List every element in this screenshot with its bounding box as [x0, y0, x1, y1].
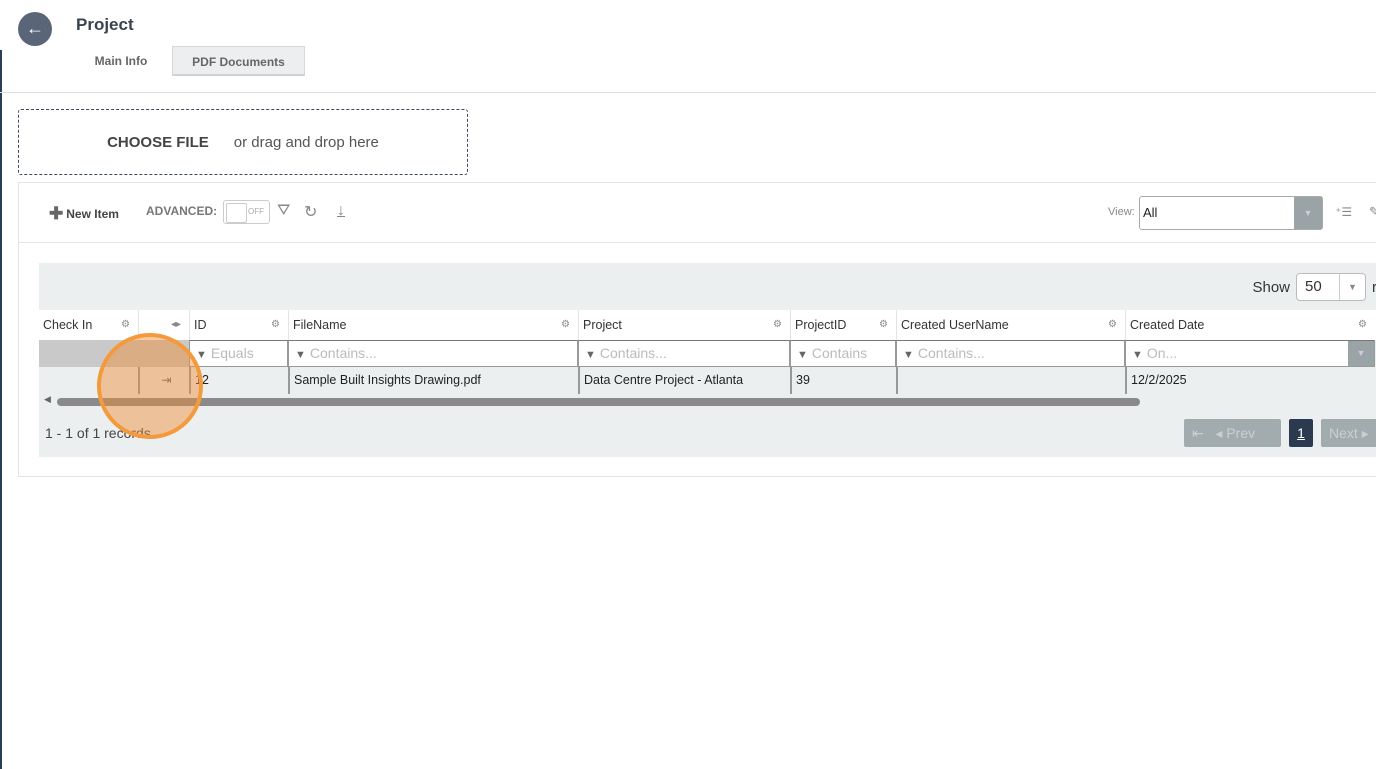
clear-filter-icon[interactable]: ⛛	[277, 202, 290, 220]
filter-project[interactable]: ▼ Contains...	[578, 340, 790, 367]
filter-icon: ▼	[797, 349, 808, 361]
gear-icon[interactable]: ⚙	[561, 310, 570, 340]
page-size-control: Show 50 ▼ r	[1252, 273, 1376, 301]
plus-icon: ✚	[49, 204, 64, 223]
add-view-icon[interactable]: ⁺☰	[1335, 205, 1352, 219]
records-summary: 1 - 1 of 1 records	[45, 425, 151, 441]
gear-icon[interactable]: ⚙	[773, 310, 782, 340]
file-dropzone[interactable]: CHOOSE FILE or drag and drop here	[18, 109, 468, 175]
documents-panel: ✚ New Item ADVANCED: OFF ⛛ ↻ ↓ View: All ▼…	[18, 182, 1376, 477]
horizontal-scrollbar[interactable]: ◀	[39, 394, 1376, 407]
show-label: Show	[1252, 278, 1290, 296]
gear-icon[interactable]: ⚙	[121, 310, 130, 340]
records-label: r	[1372, 278, 1376, 296]
page-size-select[interactable]: 50 ▼	[1296, 273, 1366, 301]
new-item-label: New Item	[66, 207, 119, 221]
page-title: Project	[76, 15, 134, 34]
divider	[0, 92, 1376, 93]
header-row: Check In ⚙ ◂▸ ID ⚙ FileName ⚙ Project ⚙ Proj…	[39, 310, 1376, 340]
tab-main-info[interactable]: Main Info	[80, 46, 162, 76]
first-page-icon: ⇤	[1192, 425, 1204, 441]
scroll-left-icon[interactable]: ◀	[44, 394, 51, 405]
drop-hint: or drag and drop here	[233, 133, 379, 151]
cell-project: Data Centre Project - Atlanta	[578, 367, 790, 394]
gear-icon[interactable]: ⚙	[1358, 310, 1367, 340]
gear-icon[interactable]: ⚙	[271, 310, 280, 340]
cell-created-date: 12/2/2025	[1125, 367, 1375, 394]
check-in-icon[interactable]: ⇥	[161, 373, 171, 387]
filter-icon: ▼	[903, 349, 914, 361]
data-grid: Show 50 ▼ r Check In ⚙ ◂▸ ID ⚙ FileName ⚙ Pr…	[39, 263, 1376, 457]
column-header-project-id[interactable]: ProjectID ⚙	[790, 310, 896, 340]
column-header-id[interactable]: ID ⚙	[189, 310, 288, 340]
check-in-button[interactable]: ⇥	[138, 367, 189, 394]
resize-arrows-icon[interactable]: ◂▸	[171, 310, 181, 340]
view-select[interactable]: All ▼	[1139, 196, 1323, 230]
filter-filename[interactable]: ▼ Contains...	[288, 340, 578, 367]
filter-icon: ▼	[196, 349, 207, 361]
refresh-icon[interactable]: ↻	[304, 202, 317, 222]
chevron-down-icon: ▼	[1348, 341, 1374, 366]
cell-project-id: 39	[790, 367, 896, 394]
advanced-label: ADVANCED:	[146, 204, 218, 218]
download-icon[interactable]: ↓	[337, 202, 345, 220]
edit-icon[interactable]: ✎	[1369, 204, 1376, 220]
column-header-created-username[interactable]: Created UserName ⚙	[896, 310, 1125, 340]
filter-icon: ▼	[585, 349, 596, 361]
left-edge	[0, 50, 2, 769]
cell-check-in	[39, 367, 138, 394]
view-value: All	[1143, 205, 1158, 220]
advanced-toggle[interactable]: OFF	[223, 200, 270, 224]
chevron-down-icon: ▼	[1339, 274, 1365, 300]
table-row[interactable]: ⇥ 12 Sample Built Insights Drawing.pdf D…	[39, 367, 1376, 394]
scrollbar-thumb[interactable]	[57, 398, 1140, 406]
filter-id[interactable]: ▼ Equals	[189, 340, 288, 367]
column-header-filename[interactable]: FileName ⚙	[288, 310, 578, 340]
filter-project-id[interactable]: ▼ Contains	[790, 340, 896, 367]
filter-created-date[interactable]: ▼ On... ▼	[1125, 340, 1375, 367]
view-label: View:	[1108, 206, 1135, 218]
choose-file-button[interactable]: CHOOSE FILE	[107, 134, 209, 151]
filter-row: ▼ Equals ▼ Contains... ▼ Contains... ▼ Conta…	[39, 340, 1376, 367]
chevron-down-icon: ▼	[1294, 197, 1322, 229]
gear-icon[interactable]: ⚙	[879, 310, 888, 340]
column-header-created-date[interactable]: Created Date ⚙	[1125, 310, 1375, 340]
column-header-actions[interactable]: ◂▸	[138, 310, 189, 340]
filter-created-username[interactable]: ▼ Contains...	[896, 340, 1125, 367]
page-1-button[interactable]: 1	[1289, 419, 1313, 447]
column-header-check-in[interactable]: Check In ⚙	[39, 310, 138, 340]
pagination: ⇤ ◂ Prev 1 Next ▸	[1184, 419, 1376, 447]
filter-icon: ▼	[295, 349, 306, 361]
cell-id: 12	[189, 367, 288, 394]
next-button[interactable]: Next ▸	[1321, 419, 1376, 447]
cell-created-username	[896, 367, 1125, 394]
gear-icon[interactable]: ⚙	[1108, 310, 1117, 340]
tab-pdf-documents[interactable]: PDF Documents	[172, 46, 305, 76]
cell-filename: Sample Built Insights Drawing.pdf	[288, 367, 578, 394]
toolbar: ✚ New Item ADVANCED: OFF ⛛ ↻ ↓ View: All ▼…	[19, 183, 1376, 243]
page-size-value: 50	[1305, 278, 1322, 295]
back-button[interactable]: ←	[18, 12, 52, 46]
new-item-button[interactable]: ✚ New Item	[49, 204, 119, 224]
prev-button[interactable]: ⇤ ◂ Prev	[1184, 419, 1281, 447]
filter-icon: ▼	[1132, 349, 1143, 361]
column-header-project[interactable]: Project ⚙	[578, 310, 790, 340]
filter-blank	[39, 340, 189, 367]
arrow-left-icon: ←	[26, 18, 44, 38]
